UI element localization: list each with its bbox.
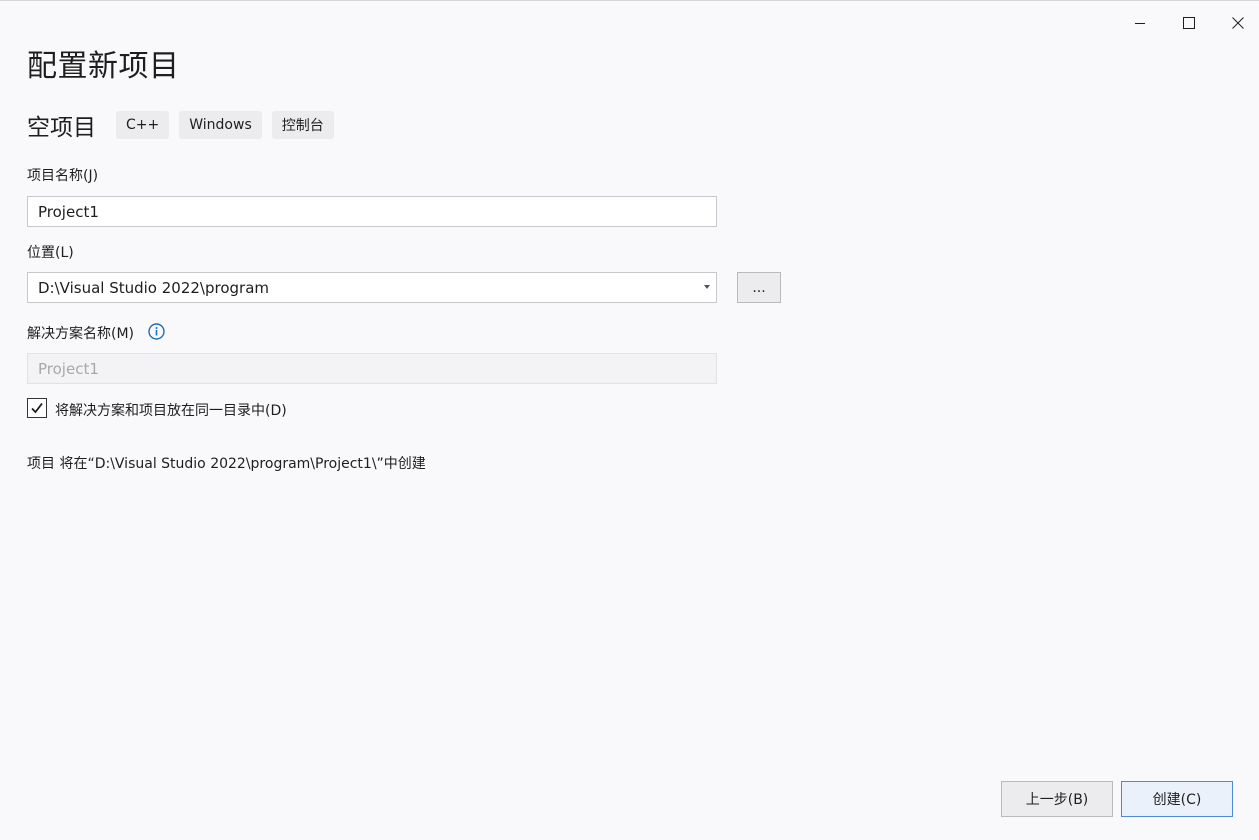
solution-name-input: Project1: [27, 353, 717, 384]
project-name-input[interactable]: Project1: [27, 196, 717, 227]
create-button[interactable]: 创建(C): [1121, 781, 1233, 817]
info-icon[interactable]: [148, 323, 165, 340]
maximize-icon: [1183, 17, 1195, 29]
solution-name-label: 解决方案名称(M): [27, 326, 135, 342]
template-summary: 空项目 C++ Windows 控制台: [27, 109, 344, 141]
chevron-down-icon[interactable]: [704, 285, 710, 289]
tag-platform: Windows: [179, 111, 262, 139]
minimize-icon: [1135, 23, 1145, 24]
browse-button[interactable]: ...: [737, 272, 781, 303]
checkmark-icon: [31, 402, 43, 414]
tag-language: C++: [116, 111, 170, 139]
template-name: 空项目: [27, 115, 96, 141]
solution-name-value: Project1: [38, 359, 99, 378]
same-directory-label[interactable]: 将解决方案和项目放在同一目录中(D): [55, 400, 287, 420]
location-combobox[interactable]: D:\Visual Studio 2022\program: [27, 272, 717, 303]
minimize-button[interactable]: [1117, 1, 1163, 45]
close-button[interactable]: [1215, 1, 1259, 45]
tag-project-type: 控制台: [271, 111, 334, 139]
project-name-value: Project1: [38, 202, 99, 221]
close-icon: [1232, 17, 1244, 29]
page-title: 配置新项目: [27, 49, 180, 84]
location-value: D:\Visual Studio 2022\program: [38, 278, 270, 297]
configure-project-dialog: 配置新项目 空项目 C++ Windows 控制台 项目名称(J) Projec…: [0, 0, 1259, 840]
project-name-label: 项目名称(J): [27, 168, 99, 184]
creation-path-summary: 项目 将在“D:\Visual Studio 2022\program\Proj…: [27, 456, 426, 472]
same-directory-checkbox[interactable]: [27, 398, 47, 418]
maximize-button[interactable]: [1166, 1, 1212, 45]
back-button[interactable]: 上一步(B): [1001, 781, 1113, 817]
location-label: 位置(L): [27, 245, 74, 261]
